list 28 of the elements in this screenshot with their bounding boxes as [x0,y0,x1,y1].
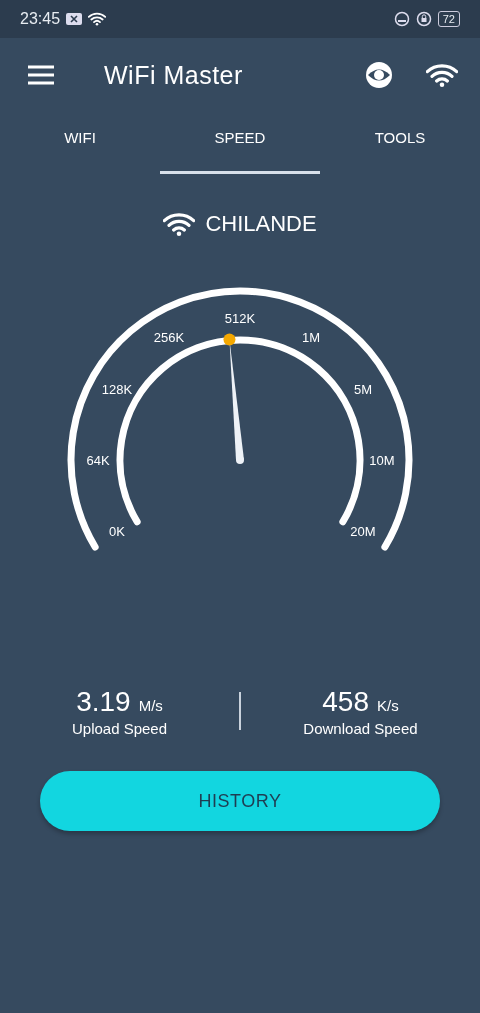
gauge-label: 5M [353,382,372,397]
app-title: WiFi Master [104,60,244,90]
tab[interactable]: WIFI [0,112,160,174]
tab[interactable]: SPEED [160,112,320,174]
circle-icon [393,11,410,27]
wifi-icon [163,212,196,236]
gauge-label: 20M [350,524,376,539]
gauge-label: 64K [86,453,110,468]
gauge-label: 1M [301,330,321,345]
speed-unit: M/s [138,696,163,714]
tab[interactable]: TOOLS [320,112,480,174]
battery-level: 72 [437,11,460,27]
wifi-icon [88,12,107,26]
speed-label: Upload Speed [71,719,168,737]
gauge-label: 10M [369,453,395,468]
speed-label: Download Speed [303,719,418,737]
gauge-label: 512K [224,311,256,326]
history-button[interactable]: HISTORY [40,771,440,831]
speed-unit: K/s [377,696,399,714]
clock: 23:45 [20,10,61,28]
gauge-label: 0K [109,524,125,539]
speed-value: 458 [322,685,369,718]
gauge-label: 128K [101,382,133,397]
speed-value: 3.19 [76,685,131,718]
network-name: CHILANDE [205,211,317,237]
gauge-label: 256K [153,330,185,345]
lock-icon [415,11,432,27]
mail-icon [66,13,83,25]
